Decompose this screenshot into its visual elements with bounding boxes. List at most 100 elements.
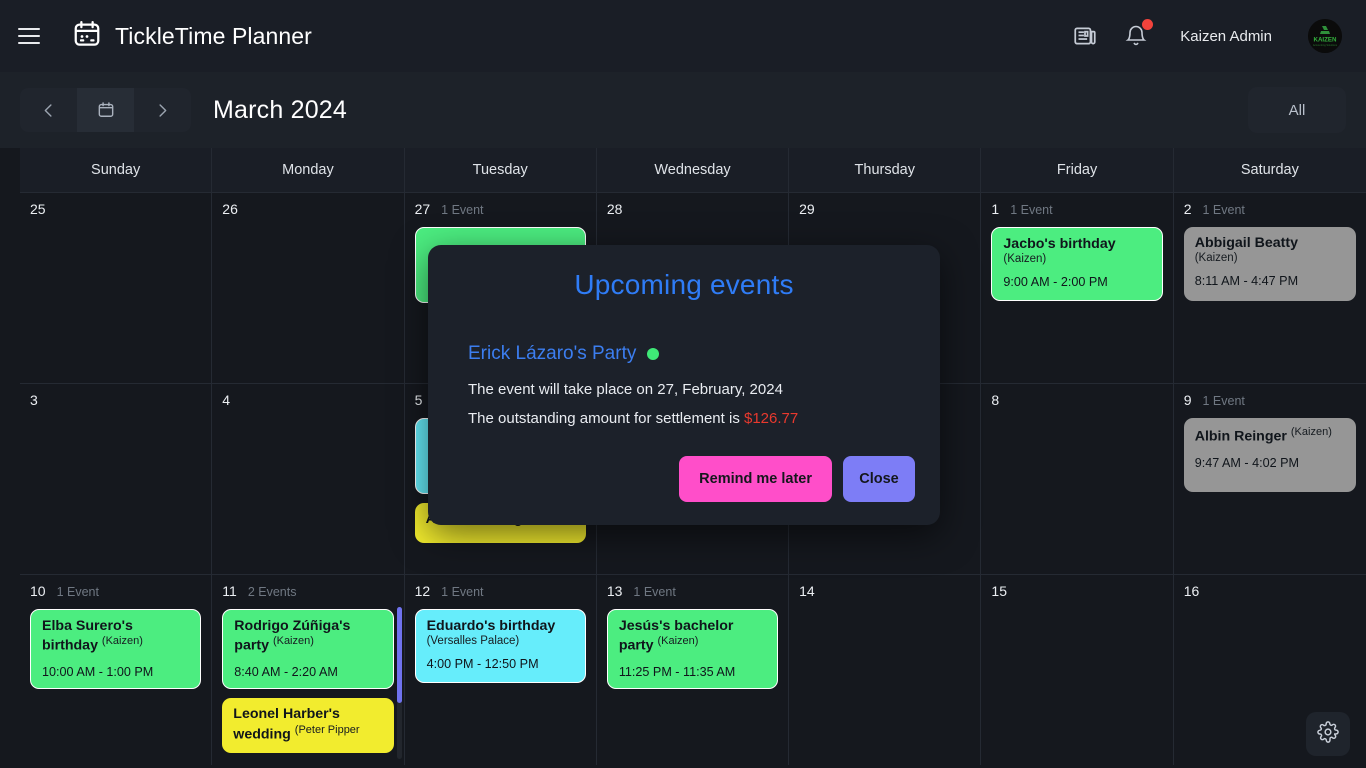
event-card[interactable]: Jacbo's birthday (Kaizen) 9:00 AM - 2:00 P… xyxy=(991,227,1163,301)
day-header: 11 2 Events xyxy=(222,583,393,599)
status-dot xyxy=(647,348,660,360)
day-number: 15 xyxy=(991,583,1007,599)
event-list: Eduardo's birthday (Versalles Palace) 4:00… xyxy=(414,609,586,683)
day-cell-4[interactable]: 4 xyxy=(212,384,405,574)
prev-month-button[interactable] xyxy=(20,88,77,132)
event-venue: (Versalles Palace) xyxy=(426,635,520,648)
day-number: 26 xyxy=(222,201,238,217)
month-title: March 2024 xyxy=(213,95,348,124)
day-cell-15[interactable]: 15 xyxy=(981,575,1174,765)
event-title-text: Eduardo's birthday xyxy=(426,618,556,634)
event-time: 9:47 AM - 4:02 PM xyxy=(1194,456,1300,471)
event-title: Abbigail Beatty xyxy=(1195,235,1345,252)
weekday-header-row: Sunday Monday Tuesday Wednesday Thursday Frid… xyxy=(20,148,1366,192)
day-number: 5 xyxy=(414,392,423,408)
day-cell-3[interactable]: 3 xyxy=(20,384,213,574)
event-time: 9:00 AM - 2:00 PM xyxy=(1003,275,1108,290)
event-venue: (Kaizen) xyxy=(1003,253,1047,266)
modal-event-name[interactable]: Erick Lázaro's Party xyxy=(468,343,636,365)
day-number: 14 xyxy=(799,583,815,599)
weekday-header-wednesday: Wednesday xyxy=(597,148,790,192)
day-event-count: 2 Events xyxy=(247,585,297,599)
event-card[interactable]: Abbigail Beatty (Kaizen) 8:11 AM - 4:47 PM xyxy=(1183,227,1356,301)
hamburger-icon[interactable] xyxy=(18,21,48,51)
day-number: 10 xyxy=(30,583,46,599)
event-title: Albin Reinger (Kaizen) xyxy=(1195,426,1345,446)
hamburger-line xyxy=(18,42,40,44)
news-icon[interactable] xyxy=(1072,23,1098,49)
day-event-count: 1 Event xyxy=(441,203,484,217)
event-venue: (Kaizen) xyxy=(272,635,314,648)
day-header: 9 1 Event xyxy=(1184,392,1356,408)
event-list: Rodrigo Zúñiga's party (Kaizen) 8:40 AM -… xyxy=(222,609,394,753)
bell-icon[interactable] xyxy=(1124,19,1154,48)
day-cell-10[interactable]: 10 1 Event Elba Surero's birthday (Kaizen)… xyxy=(20,575,213,765)
app-header: TickleTime Planner Kaizen Admin KAIZEN A… xyxy=(0,0,1366,72)
modal-title: Upcoming events xyxy=(574,269,794,300)
modal-amount-line: The outstanding amount for settlement is… xyxy=(468,410,900,427)
day-number: 25 xyxy=(30,201,46,217)
event-card[interactable]: Jesús's bachelor party (Kaizen) 11:25 PM … xyxy=(606,609,779,690)
day-number: 8 xyxy=(991,392,1000,408)
day-number: 12 xyxy=(414,583,431,599)
event-list: Elba Surero's birthday (Kaizen) 10:00 AM … xyxy=(30,609,202,690)
remind-me-later-button[interactable]: Remind me later xyxy=(679,456,832,502)
day-event-count: 1 Event xyxy=(1202,203,1245,217)
day-scrollbar[interactable] xyxy=(396,607,402,759)
event-time: 10:00 AM - 1:00 PM xyxy=(42,665,154,680)
event-time: 11:25 PM - 11:35 AM xyxy=(618,665,736,680)
next-month-button[interactable] xyxy=(134,88,191,132)
day-header: 3 xyxy=(30,392,201,408)
day-cell-11[interactable]: 11 2 Events Rodrigo Zúñiga's party (Kaizen… xyxy=(212,575,405,765)
day-header: 13 1 Event xyxy=(607,583,778,599)
event-title: Eduardo's birthday xyxy=(427,618,574,635)
today-button[interactable] xyxy=(77,88,134,132)
event-title: Jacbo's birthday xyxy=(1003,236,1150,253)
filter-all-button[interactable]: All xyxy=(1248,87,1346,133)
event-list: Albin Reinger (Kaizen) 9:47 AM - 4:02 PM xyxy=(1183,418,1356,492)
week-row: 10 1 Event Elba Surero's birthday (Kaizen)… xyxy=(20,574,1366,765)
event-card[interactable]: Rodrigo Zúñiga's party (Kaizen) 8:40 AM -… xyxy=(222,609,394,690)
event-time: 8:11 AM - 4:47 PM xyxy=(1194,274,1299,289)
event-venue: (Kaizen) xyxy=(101,635,143,648)
day-cell-13[interactable]: 13 1 Event Jesús's bachelor party (Kaizen)… xyxy=(597,575,790,765)
day-event-count: 1 Event xyxy=(1010,203,1053,217)
settings-button[interactable] xyxy=(1306,712,1350,756)
event-list: Jesús's bachelor party (Kaizen) 11:25 PM … xyxy=(606,609,779,690)
day-cell-9[interactable]: 9 1 Event Albin Reinger (Kaizen) 9:47 AM - … xyxy=(1174,384,1366,574)
avatar[interactable]: KAIZEN Accounting Solutions xyxy=(1308,19,1342,53)
day-cell-26[interactable]: 26 xyxy=(212,193,405,383)
gear-icon xyxy=(1317,720,1339,748)
event-venue: (Kaizen) xyxy=(1290,426,1332,438)
day-header: 12 1 Event xyxy=(415,583,586,599)
event-title: Elba Surero's birthday (Kaizen) xyxy=(42,618,189,655)
day-cell-12[interactable]: 12 1 Event Eduardo's birthday (Versalles Pa… xyxy=(405,575,597,765)
day-cell-14[interactable]: 14 xyxy=(789,575,982,765)
weekday-header-saturday: Saturday xyxy=(1240,162,1299,178)
page-title: TickleTime Planner xyxy=(115,22,312,49)
event-venue: (Kaizen) xyxy=(657,635,699,648)
day-number: 29 xyxy=(799,201,815,217)
hamburger-line xyxy=(18,35,40,37)
event-card[interactable]: Eduardo's birthday (Versalles Palace) 4:00… xyxy=(414,609,586,683)
day-header: 26 xyxy=(222,201,393,217)
day-scrollbar-thumb[interactable] xyxy=(396,607,402,703)
event-time: 4:00 PM - 12:50 PM xyxy=(426,657,539,672)
modal-date-line: The event will take place on 27, Februar… xyxy=(468,381,783,398)
event-card[interactable]: Elba Surero's birthday (Kaizen) 10:00 AM … xyxy=(30,609,202,690)
close-button[interactable]: Close xyxy=(843,456,915,502)
day-number: 4 xyxy=(222,392,231,408)
event-card[interactable]: Leonel Harber's wedding (Peter Pipper xyxy=(222,698,394,753)
day-event-count: 1 Event xyxy=(633,585,676,599)
day-header: 1 1 Event xyxy=(991,201,1162,217)
day-cell-25[interactable]: 25 xyxy=(20,193,213,383)
event-title-text: Albin Reinger xyxy=(1194,428,1287,445)
event-card[interactable]: Albin Reinger (Kaizen) 9:47 AM - 4:02 PM xyxy=(1183,418,1356,492)
day-number: 2 xyxy=(1183,201,1192,217)
weekday-header-thursday: Thursday xyxy=(789,148,982,192)
day-number: 13 xyxy=(606,583,623,599)
day-cell-1[interactable]: 1 1 Event Jacbo's birthday (Kaizen) 9:00 AM … xyxy=(981,193,1174,383)
day-cell-2[interactable]: 2 1 Event Abbigail Beatty (Kaizen) 8:11 AM -… xyxy=(1174,193,1366,383)
svg-text:Accounting Solutions: Accounting Solutions xyxy=(1313,43,1338,47)
day-cell-8[interactable]: 8 xyxy=(981,384,1174,574)
